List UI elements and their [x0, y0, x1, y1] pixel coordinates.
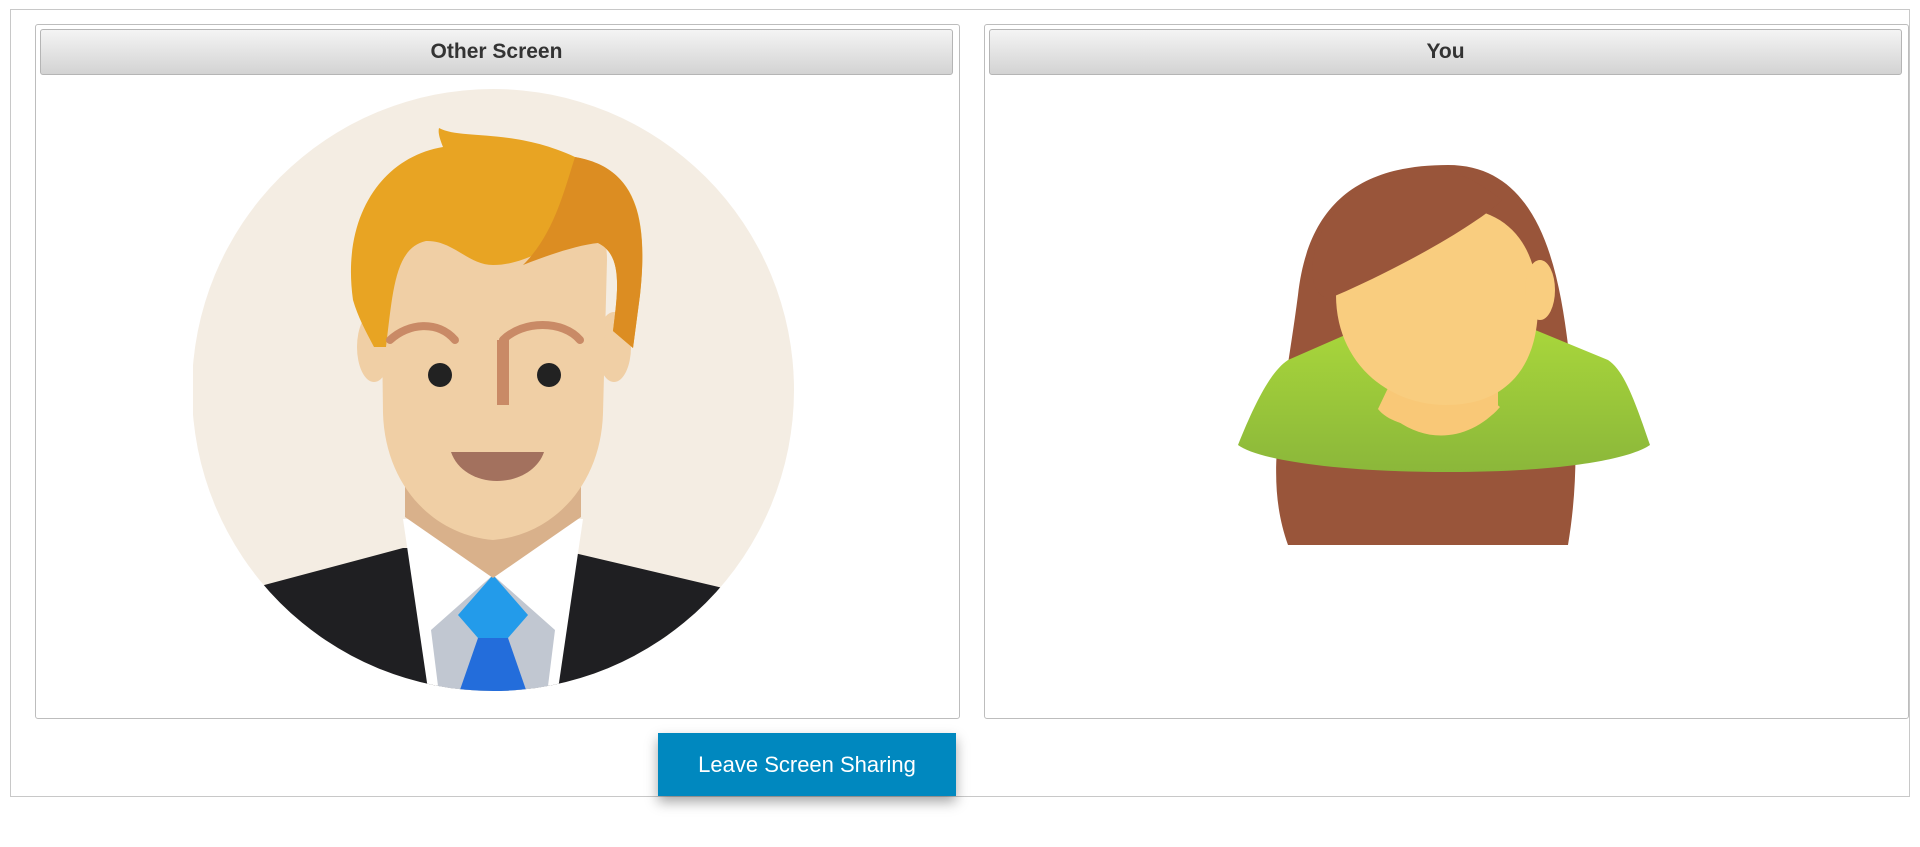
other-screen-header: Other Screen: [40, 29, 953, 75]
female-avatar-icon: [1238, 165, 1650, 545]
other-screen-panel: Other Screen: [35, 24, 960, 719]
leave-screen-sharing-button[interactable]: Leave Screen Sharing: [658, 733, 956, 796]
you-header: You: [989, 29, 1902, 75]
screen-sharing-container: Other Screen You Leave Screen Sharing: [10, 9, 1910, 797]
male-avatar-icon: [193, 89, 794, 691]
you-panel: You: [984, 24, 1909, 719]
